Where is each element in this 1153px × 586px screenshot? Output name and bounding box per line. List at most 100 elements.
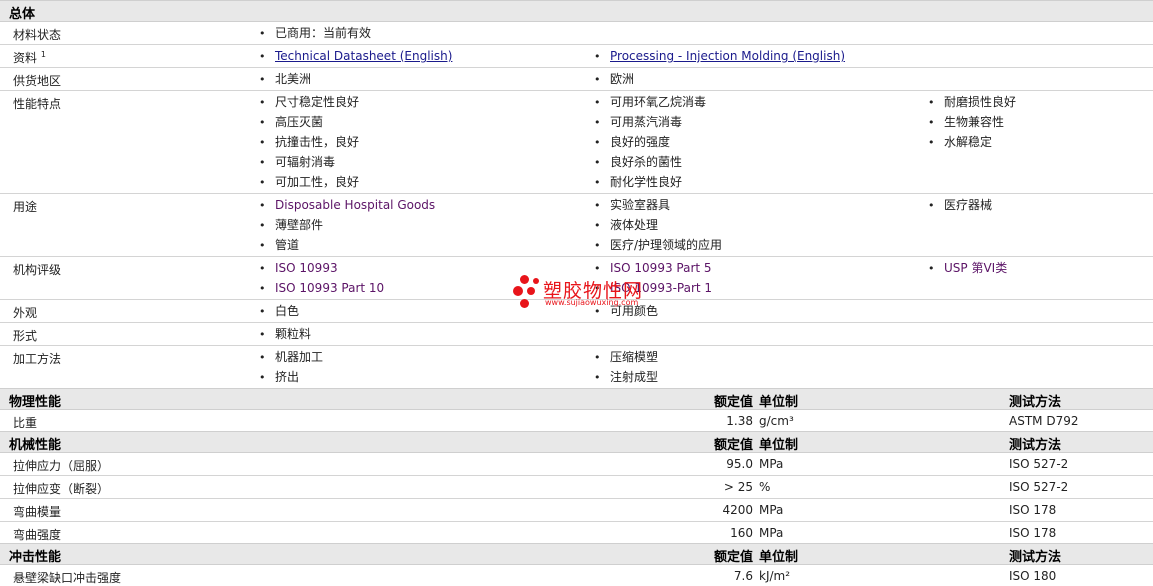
list-item: • ISO 10993 xyxy=(259,261,338,275)
list-item: • 耐磨损性良好 xyxy=(928,95,1017,109)
list-item: • 颗粒料 xyxy=(259,327,312,341)
section-title: 物理性能 xyxy=(9,395,62,410)
list-item: • Processing - Injection Molding (English… xyxy=(594,49,846,63)
list-item: • 北美洲 xyxy=(259,72,312,86)
general-row-status: 材料状态 • 已商用：当前有效 xyxy=(0,22,1153,45)
list-item: • 压缩模塑 xyxy=(594,350,659,364)
list-item: • 抗撞击性，良好 xyxy=(259,135,360,149)
property-method: ASTM D792 xyxy=(1009,414,1079,428)
iso-10993-link[interactable]: ISO 10993 xyxy=(275,261,338,275)
property-name: 弯曲模量 xyxy=(13,505,62,519)
property-method: ISO 178 xyxy=(1009,526,1057,540)
property-name: 弯曲强度 xyxy=(13,528,62,542)
general-row-processing-method: 加工方法 • 机器加工 • 挤出 • 压缩模塑 • 注射成型 xyxy=(0,346,1153,388)
watermark-dot xyxy=(533,278,539,284)
property-value: 4200 xyxy=(722,503,753,517)
row-label: 加工方法 xyxy=(13,352,62,366)
property-method: ISO 527-2 xyxy=(1009,457,1069,471)
general-row-availability: 供货地区 • 北美洲 • 欧洲 xyxy=(0,68,1153,91)
property-name: 拉伸应力（屈服） xyxy=(13,459,110,473)
watermark-dot xyxy=(520,275,529,284)
watermark-dot xyxy=(527,287,535,295)
list-item: • Disposable Hospital Goods xyxy=(259,198,436,212)
processing-injection-molding-link[interactable]: Processing - Injection Molding (English) xyxy=(610,49,845,63)
col-header-nominal: 额定值 xyxy=(713,438,753,453)
section-header-physical: 物理性能 额定值 单位制 测试方法 xyxy=(0,388,1153,410)
property-name: 拉伸应变（断裂） xyxy=(13,482,110,496)
section-title: 机械性能 xyxy=(9,438,62,453)
list-item: • 挤出 xyxy=(259,370,300,384)
property-value: > 25 xyxy=(723,480,753,494)
general-row-form: 形式 • 颗粒料 xyxy=(0,323,1153,346)
general-row-features: 性能特点 • 尺寸稳定性良好 • 高压灭菌 • 抗撞击性，良好 • 可辐射消毒 • 可加工… xyxy=(0,91,1153,194)
row-label: 机构评级 xyxy=(13,263,62,277)
row-label: 材料状态 xyxy=(13,28,62,42)
list-item: • 液体处理 xyxy=(594,218,659,232)
col-header-nominal: 额定值 xyxy=(713,550,753,565)
property-unit: % xyxy=(759,480,771,494)
property-value: 1.38 xyxy=(726,414,753,428)
general-row-uses: 用途 • Disposable Hospital Goods • 薄壁部件 • 管道 … xyxy=(0,194,1153,257)
section-title: 总体 xyxy=(9,7,36,22)
list-item: • 可用环氧乙烷消毒 xyxy=(594,95,707,109)
list-item: • 管道 xyxy=(259,238,300,252)
general-row-documents: 资料 1 • Technical Datasheet (English) • Pro… xyxy=(0,45,1153,68)
list-item: • 可用蒸汽消毒 xyxy=(594,115,683,129)
row-label: 供货地区 xyxy=(13,74,62,88)
list-item: • ISO 10993 Part 10 xyxy=(259,281,385,295)
list-item: • 生物兼容性 xyxy=(928,115,1005,129)
row-label: 资料 1 xyxy=(13,50,46,65)
col-header-unit: 单位制 xyxy=(759,438,799,453)
section-header-general: 总体 xyxy=(0,0,1153,22)
table-row: 拉伸应力（屈服） 95.0 MPa ISO 527-2 xyxy=(0,453,1153,476)
watermark-dot xyxy=(520,299,529,308)
disposable-hospital-goods-link[interactable]: Disposable Hospital Goods xyxy=(275,198,435,212)
list-item: • 良好的强度 xyxy=(594,135,671,149)
list-item: • 白色 xyxy=(259,304,300,318)
property-unit: kJ/m² xyxy=(759,569,791,583)
table-row: 弯曲强度 160 MPa ISO 178 xyxy=(0,522,1153,543)
row-label: 性能特点 xyxy=(13,97,62,111)
table-row: 弯曲模量 4200 MPa ISO 178 xyxy=(0,499,1153,522)
property-unit: g/cm³ xyxy=(759,414,794,428)
list-item: • 良好杀的菌性 xyxy=(594,155,683,169)
property-method: ISO 180 xyxy=(1009,569,1057,583)
property-name: 悬壁梁缺口冲击强度 xyxy=(13,571,122,585)
footnote-marker: 1 xyxy=(40,50,46,59)
col-header-method: 测试方法 xyxy=(1009,438,1062,453)
table-row: 比重 1.38 g/cm³ ASTM D792 xyxy=(0,410,1153,431)
list-item: • 欧洲 xyxy=(594,72,635,86)
row-label: 外观 xyxy=(13,306,38,320)
list-item: • 已商用：当前有效 xyxy=(259,26,372,40)
section-title: 冲击性能 xyxy=(9,550,62,565)
list-item: • 可辐射消毒 xyxy=(259,155,336,169)
list-item: • 医疗器械 xyxy=(928,198,993,212)
watermark-dot xyxy=(513,286,523,296)
property-value: 160 xyxy=(730,526,753,540)
section-header-mechanical: 机械性能 额定值 单位制 测试方法 xyxy=(0,431,1153,453)
list-item: • 医疗/护理领域的应用 xyxy=(594,238,723,252)
list-item: • 可加工性，良好 xyxy=(259,175,360,189)
iso-10993-part-10-link[interactable]: ISO 10993 Part 10 xyxy=(275,281,384,295)
list-item: • 薄壁部件 xyxy=(259,218,324,232)
property-method: ISO 178 xyxy=(1009,503,1057,517)
watermark-url: www.sujiaowuxing.com xyxy=(545,298,639,307)
list-item: • 耐化学性良好 xyxy=(594,175,683,189)
property-name: 比重 xyxy=(13,416,38,430)
usp-class-vi-link[interactable]: USP 第VI类 xyxy=(944,261,1007,275)
table-row: 悬壁梁缺口冲击强度 7.6 kJ/m² ISO 180 xyxy=(0,565,1153,585)
property-unit: MPa xyxy=(759,457,784,471)
list-item: • USP 第VI类 xyxy=(928,261,1008,275)
list-item: • 注射成型 xyxy=(594,370,659,384)
property-unit: MPa xyxy=(759,503,784,517)
list-item: • 尺寸稳定性良好 xyxy=(259,95,360,109)
list-item: • Technical Datasheet (English) xyxy=(259,49,453,63)
section-header-impact: 冲击性能 额定值 单位制 测试方法 xyxy=(0,543,1153,565)
col-header-unit: 单位制 xyxy=(759,395,799,410)
technical-datasheet-link[interactable]: Technical Datasheet (English) xyxy=(275,49,452,63)
watermark-logo: 塑胶物性网 www.sujiaowuxing.com xyxy=(512,273,644,313)
property-unit: MPa xyxy=(759,526,784,540)
col-header-method: 测试方法 xyxy=(1009,395,1062,410)
col-header-method: 测试方法 xyxy=(1009,550,1062,565)
table-row: 拉伸应变（断裂） > 25 % ISO 527-2 xyxy=(0,476,1153,499)
